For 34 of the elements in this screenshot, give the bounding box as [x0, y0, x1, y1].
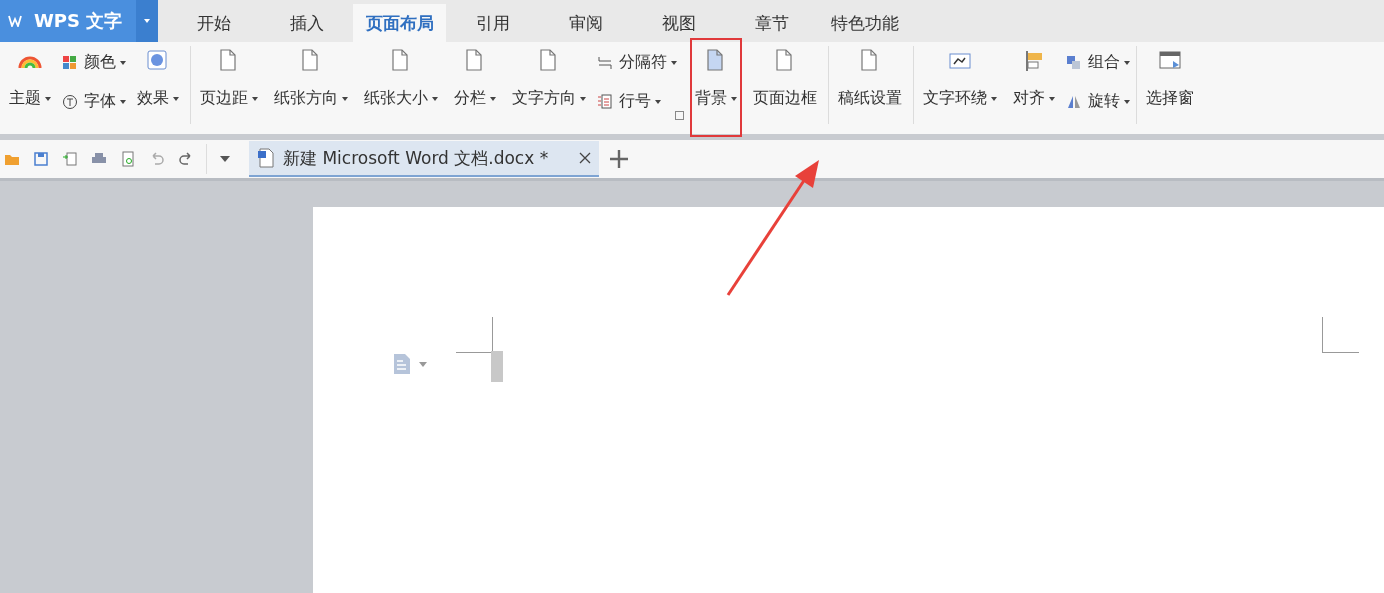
dropdown-caret-icon[interactable] [219, 155, 231, 163]
redo-icon[interactable] [178, 151, 194, 167]
export-icon[interactable] [62, 151, 78, 167]
word-document-icon [257, 148, 275, 168]
section-break-icon [597, 54, 613, 71]
ribbon-button[interactable]: 字体 [62, 91, 126, 112]
dialog-launcher-icon[interactable] [675, 111, 684, 120]
ribbon-button[interactable]: 行号 [597, 91, 677, 112]
ribbon-button[interactable]: 文字环绕 [918, 38, 1002, 115]
paragraph-icon [393, 353, 411, 375]
highlighted-ribbon-button[interactable]: 背景 [690, 38, 742, 137]
add-tab-icon[interactable] [609, 149, 629, 169]
ribbon-tab[interactable]: 页面布局 [353, 4, 446, 42]
font-icon [62, 93, 78, 110]
app-logo-icon [8, 15, 22, 27]
palette-icon [62, 54, 78, 71]
ribbon-button[interactable]: 组合 [1066, 52, 1130, 73]
margin-corner-mark [1322, 317, 1359, 353]
paragraph-menu-button[interactable] [393, 353, 427, 375]
undo-icon[interactable] [149, 151, 165, 167]
document-tab[interactable]: 新建 Microsoft Word 文档.docx * [249, 141, 599, 177]
ribbon-button[interactable]: 分隔符 [597, 52, 677, 73]
caret-icon [419, 361, 427, 367]
app-name: WPS 文字 [34, 9, 123, 33]
ribbon-button[interactable]: 对齐 [1008, 38, 1060, 115]
preview-icon[interactable] [120, 151, 136, 167]
text-cursor [491, 351, 503, 382]
save-icon[interactable] [33, 151, 49, 167]
ribbon-button[interactable]: 颜色 [62, 52, 126, 73]
ribbon-button[interactable]: 选择窗 [1141, 38, 1199, 115]
group-icon [1066, 54, 1082, 71]
ribbon-button[interactable]: 旋转 [1066, 91, 1130, 112]
close-icon[interactable] [579, 152, 591, 164]
line-number-icon [597, 93, 613, 110]
